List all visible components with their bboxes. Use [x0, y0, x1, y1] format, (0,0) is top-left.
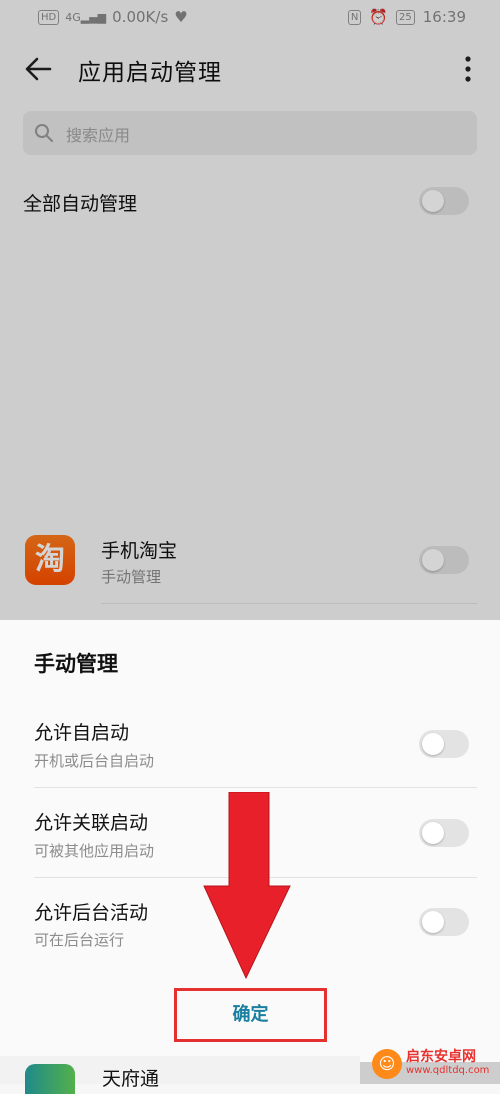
annotation-highlight-box — [174, 988, 327, 1042]
option-label-linked-start: 允许关联启动 — [34, 812, 149, 834]
toggle-knob — [422, 733, 444, 755]
autostart-toggle[interactable] — [419, 730, 469, 758]
toggle-knob — [422, 911, 444, 933]
option-desc-autostart: 开机或后台自启动 — [34, 752, 155, 770]
watermark: ☺ 启东安卓网 www.qdltdq.com — [372, 1044, 500, 1084]
background-toggle[interactable] — [419, 908, 469, 936]
option-desc-linked-start: 可被其他应用启动 — [34, 842, 155, 860]
watermark-name: 启东安卓网 — [406, 1049, 476, 1065]
tianfutong-app-icon — [25, 1064, 75, 1094]
option-label-background: 允许后台活动 — [34, 902, 149, 924]
option-divider — [34, 787, 477, 788]
watermark-url: www.qdltdq.com — [406, 1065, 490, 1076]
watermark-text: 启东安卓网 www.qdltdq.com — [406, 1050, 489, 1078]
app-name-tianfutong: 天府通 — [102, 1068, 160, 1090]
option-desc-background: 可在后台运行 — [34, 931, 125, 949]
sheet-title: 手动管理 — [34, 652, 118, 676]
linked-start-toggle[interactable] — [419, 819, 469, 847]
option-label-autostart: 允许自启动 — [34, 722, 130, 744]
watermark-logo-icon: ☺ — [372, 1049, 402, 1079]
annotation-arrow-icon — [200, 791, 292, 984]
toggle-knob — [422, 822, 444, 844]
